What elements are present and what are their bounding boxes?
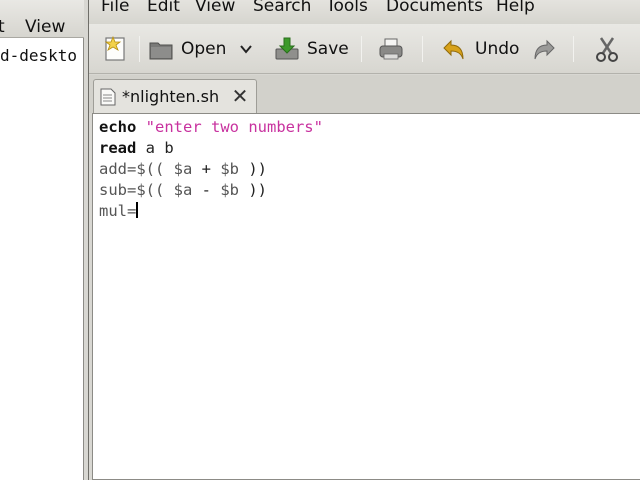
menu-edit[interactable]: Edit [147,0,180,16]
text-cursor [136,202,138,218]
menu-documents[interactable]: Documents [386,0,483,16]
menu-search[interactable]: Search [253,0,311,16]
undo-arrow-icon [443,39,464,60]
variable: $a [173,160,193,178]
code-line-5: mul= [99,202,138,220]
variable: $b [220,160,239,178]
printer-icon [379,38,403,60]
code-text: )) [239,181,267,199]
open-label: Open [181,39,227,59]
background-path-text: d-deskto [0,46,78,65]
save-button[interactable]: Save [273,33,349,65]
text-file-icon [100,88,116,106]
print-button[interactable] [377,33,411,65]
redo-button[interactable] [529,33,563,65]
toolbar-separator [422,36,423,62]
menu-tools[interactable]: Tools [326,0,368,16]
undo-button[interactable]: Undo [441,33,519,65]
code-line-4: sub=$(( $a - $b )) [99,181,267,199]
text-editor[interactable]: echo "enter two numbers" read a b add=$(… [92,113,640,480]
toolbar-separator [139,36,140,62]
redo-arrow-icon [534,39,555,60]
tab-label: *nlighten.sh [122,87,220,106]
menu-file[interactable]: File [101,0,129,16]
code-line-3: add=$(( $a + $b )) [99,160,267,178]
gedit-window: File Edit View Search Tools Documents He… [88,0,640,480]
variable: $a [173,181,193,199]
new-button[interactable] [101,33,135,65]
operator: + [192,160,221,178]
operator: - [192,181,221,199]
undo-label: Undo [475,39,520,59]
toolbar-separator [573,36,574,62]
background-menu-view[interactable]: View [25,17,65,37]
chevron-down-icon [240,45,252,54]
code-text: )) [239,160,267,178]
code-text: mul= [99,202,137,220]
cut-button[interactable] [593,33,627,65]
new-document-icon [104,35,125,61]
close-icon[interactable]: ✕ [230,86,250,106]
open-dropdown-button[interactable] [239,33,253,65]
scissors-icon [596,37,618,62]
string-literal: "enter two numbers" [145,118,323,136]
code-text: add=$(( [99,160,174,178]
folder-icon [149,42,173,60]
menu-view[interactable]: View [195,0,235,16]
code-text: a b [136,139,174,157]
toolbar: Open Save Undo [89,24,640,74]
background-menubar: t View [0,0,84,38]
background-window: t View d-deskto [0,0,84,480]
save-icon [275,37,299,60]
variable: $b [220,181,239,199]
menubar: File Edit View Search Tools Documents He… [89,0,640,24]
open-button[interactable]: Open [147,33,226,65]
background-menu-partial[interactable]: t [0,17,5,37]
code-line-1: echo "enter two numbers" [99,118,323,136]
keyword: echo [99,118,137,136]
tab-bar: *nlighten.sh ✕ [89,75,640,113]
code-line-2: read a b [99,139,174,157]
tab-nlighten-sh[interactable]: *nlighten.sh ✕ [93,79,257,113]
save-label: Save [307,39,349,59]
menu-help[interactable]: Help [496,0,535,16]
code-text: sub=$(( [99,181,174,199]
keyword: read [99,139,137,157]
toolbar-separator [361,36,362,62]
